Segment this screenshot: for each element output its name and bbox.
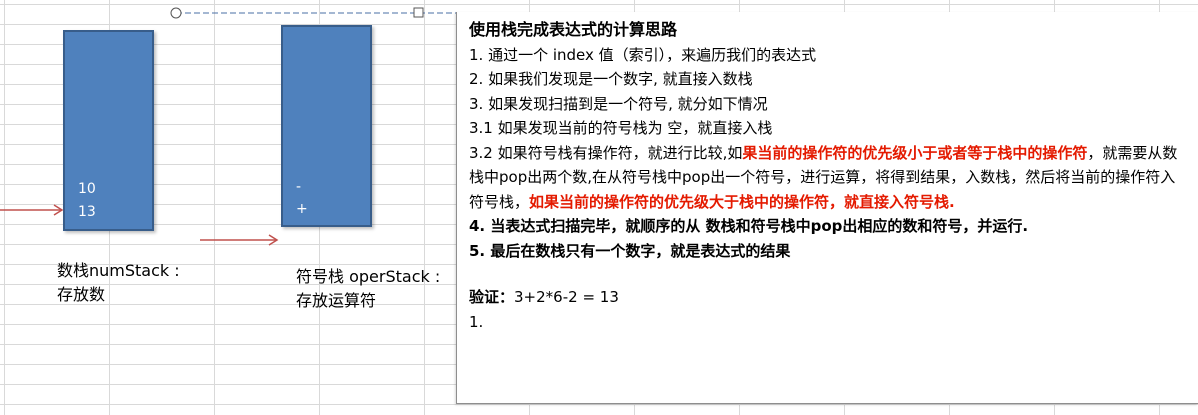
note-step-3-2: 3.2 如果符号栈有操作符，就进行比较,如果当前的操作符的优先级小于或者等于栈中… [469,141,1190,215]
note-step-3-1: 3.1 如果发现当前的符号栈为 空，就直接入栈 [469,119,773,137]
num-stack-item: 13 [78,204,96,220]
note-step-5: 5. 最后在数栈只有一个数字，就是表达式的结果 [469,241,791,260]
num-stack-caption-line1: 数栈numStack : [57,261,180,280]
oper-stack-caption-line1: 符号栈 operStack : [296,267,441,286]
note-step-4: 4. 当表达式扫描完毕，就顺序的从 数栈和符号栈中pop出相应的数和符号，并运行… [469,217,1029,235]
oper-stack-box[interactable]: - + [281,25,372,227]
note-step-3-2-highlight-1: 果当前的操作符的优先级小于或者等于栈中的操作符 [742,143,1088,162]
note-step-3-2-intro: 3.2 如果符号栈有操作符，就进行比较,如 [469,143,743,162]
oper-stack-item: - [296,179,302,195]
verify-label: 验证： [469,288,515,306]
explanation-textbox[interactable]: 使用栈完成表达式的计算思路 1. 通过一个 index 值（索引），来遍历我们的… [456,12,1198,404]
verify-line: 验证：3+2*6-2 = 13 [469,285,1190,310]
note-step-2: 2. 如果我们发现是一个数字, 就直接入数栈 [469,70,753,88]
oper-stack-item: + [296,201,308,217]
list-start: 1. [469,312,484,331]
oper-stack-caption: 符号栈 operStack : 存放运算符 [296,265,440,313]
num-stack-caption-line2: 存放数 [57,285,106,304]
note-step-3-2-highlight-2: 如果当前的操作符的优先级大于栈中的操作符，就直接入符号栈 [529,192,950,211]
num-stack-box[interactable]: 10 13 [63,30,154,231]
note-step-3-2-end: . [949,192,955,211]
verify-expression: 3+2*6-2 = 13 [514,288,619,306]
note-step-3: 3. 如果发现扫描到是一个符号, 就分如下情况 [469,94,768,113]
note-step-1: 1. 通过一个 index 值（索引），来遍历我们的表达式 [469,45,817,64]
note-title: 使用栈完成表达式的计算思路 [469,20,678,39]
num-stack-item: 10 [78,181,96,197]
oper-stack-caption-line2: 存放运算符 [296,291,377,310]
num-stack-caption: 数栈numStack : 存放数 [57,259,180,307]
